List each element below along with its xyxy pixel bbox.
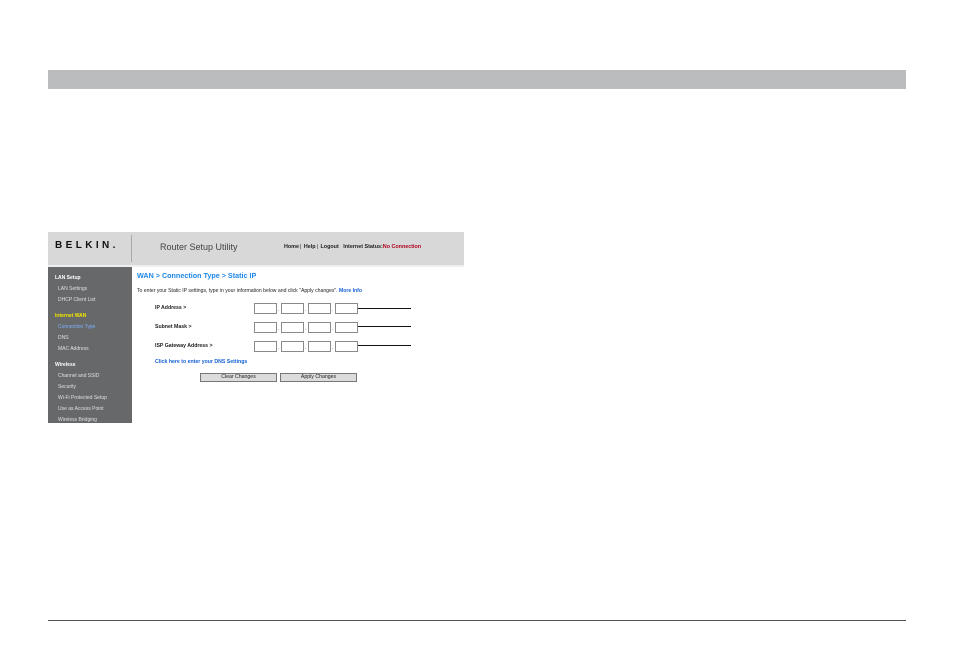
header: BELKIN. Router Setup Utility Home| Help|… [48, 232, 464, 265]
nav-help-link[interactable]: Help [304, 244, 316, 250]
octet-dot: . [332, 307, 334, 313]
intro-text: To enter your Static IP settings, type i… [137, 288, 362, 294]
app-title: Router Setup Utility [160, 242, 238, 252]
isp-gateway-octet-3[interactable] [308, 341, 331, 352]
sidebar-section-wireless: Wireless [55, 362, 76, 368]
sidebar-section-lan-setup: LAN Setup [55, 275, 81, 281]
octet-dot: . [278, 345, 280, 351]
nav-logout-link[interactable]: Logout [320, 244, 338, 250]
bottom-rule [48, 620, 906, 621]
clear-changes-button[interactable]: Clear Changes [200, 373, 277, 382]
ip-address-label: IP Address > [155, 305, 187, 311]
sidebar-item-connection-type[interactable]: Connection Type [58, 324, 95, 330]
subnet-mask-octet-2[interactable] [281, 322, 304, 333]
octet-dot: . [305, 326, 307, 332]
isp-gateway-octet-2[interactable] [281, 341, 304, 352]
octet-dot: . [305, 307, 307, 313]
octet-dot: . [278, 326, 280, 332]
sidebar-item-wps[interactable]: Wi-Fi Protected Setup [58, 395, 107, 401]
ip-address-octet-1[interactable] [254, 303, 277, 314]
callout-line-gateway [358, 345, 411, 346]
isp-gateway-octet-4[interactable] [335, 341, 358, 352]
router-setup-screenshot: BELKIN. Router Setup Utility Home| Help|… [48, 232, 464, 423]
sidebar-item-security[interactable]: Security [58, 384, 76, 390]
internet-status-value: No Connection [382, 244, 422, 250]
isp-gateway-label: ISP Gateway Address > [155, 343, 213, 349]
apply-changes-button[interactable]: Apply Changes [280, 373, 357, 382]
subnet-mask-label: Subnet Mask > [155, 324, 192, 330]
isp-gateway-octet-1[interactable] [254, 341, 277, 352]
octet-dot: . [332, 326, 334, 332]
subnet-mask-octet-3[interactable] [308, 322, 331, 333]
subnet-mask-octet-4[interactable] [335, 322, 358, 333]
sidebar-item-dns[interactable]: DNS [58, 335, 69, 341]
callout-line-subnet [358, 326, 411, 327]
subnet-mask-octet-1[interactable] [254, 322, 277, 333]
octet-dot: . [332, 345, 334, 351]
sidebar: LAN Setup LAN Settings DHCP Client List … [48, 267, 132, 423]
top-nav: Home| Help| Logout Internet Status:No Co… [284, 244, 422, 250]
more-info-link[interactable]: More Info [339, 288, 362, 294]
ip-address-octet-3[interactable] [308, 303, 331, 314]
octet-dot: . [305, 345, 307, 351]
header-divider [131, 235, 132, 262]
top-gray-bar [48, 70, 906, 89]
main-panel: WAN > Connection Type > Static IP To ent… [132, 267, 464, 423]
belkin-logo: BELKIN. [55, 240, 119, 251]
sidebar-item-mac-address[interactable]: MAC Address [58, 346, 89, 352]
dns-settings-link[interactable]: Click here to enter your DNS Settings [155, 359, 247, 365]
internet-status-label: Internet Status: [343, 244, 383, 250]
nav-home-link[interactable]: Home [284, 244, 299, 250]
ip-address-octet-2[interactable] [281, 303, 304, 314]
ip-address-octet-4[interactable] [335, 303, 358, 314]
sidebar-item-dhcp-client-list[interactable]: DHCP Client List [58, 297, 95, 303]
sidebar-item-access-point[interactable]: Use as Access Point [58, 406, 104, 412]
octet-dot: . [278, 307, 280, 313]
sidebar-item-channel-ssid[interactable]: Channel and SSID [58, 373, 99, 379]
sidebar-item-wireless-bridging[interactable]: Wireless Bridging [58, 417, 97, 423]
sidebar-item-lan-settings[interactable]: LAN Settings [58, 286, 87, 292]
breadcrumb: WAN > Connection Type > Static IP [137, 271, 257, 280]
sidebar-section-internet-wan: Internet WAN [55, 313, 87, 319]
callout-line-ip [358, 308, 411, 309]
